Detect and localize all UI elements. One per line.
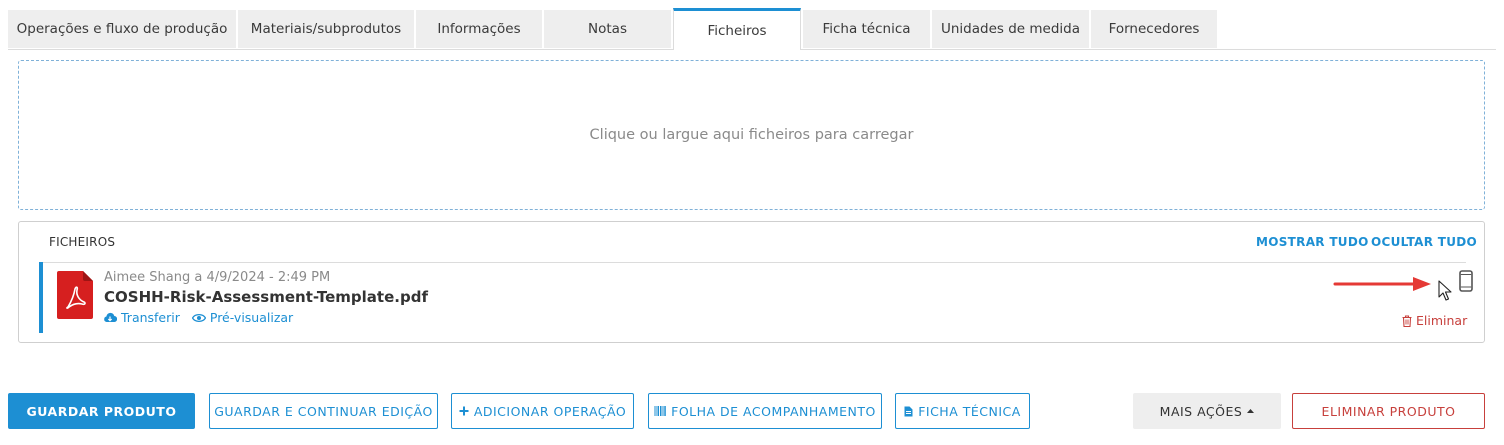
eye-icon xyxy=(191,313,206,322)
tab-notes[interactable]: Notas xyxy=(544,10,671,48)
tracking-sheet-label: FOLHA DE ACOMPANHAMENTO xyxy=(671,403,876,419)
tab-operations[interactable]: Operações e fluxo de produção xyxy=(8,10,236,48)
tab-units[interactable]: Unidades de medida xyxy=(932,10,1089,48)
caret-up-icon xyxy=(1247,409,1255,413)
tracking-sheet-button[interactable]: FOLHA DE ACOMPANHAMENTO xyxy=(648,393,882,429)
tab-files[interactable]: Ficheiros xyxy=(673,8,801,50)
tab-bar: Operações e fluxo de produção Materiais/… xyxy=(8,8,1496,50)
files-panel: FICHEIROS MOSTRAR TUDO OCULTAR TUDO Aime… xyxy=(18,221,1485,343)
hide-all-link[interactable]: OCULTAR TUDO xyxy=(1371,235,1477,249)
annotation-arrow-icon xyxy=(1333,277,1431,291)
show-all-link[interactable]: MOSTRAR TUDO xyxy=(1256,235,1369,249)
tech-sheet-label: FICHA TÉCNICA xyxy=(918,403,1021,419)
tab-suppliers[interactable]: Fornecedores xyxy=(1091,10,1217,48)
delete-file-link[interactable]: Eliminar xyxy=(1402,313,1467,328)
tech-sheet-button[interactable]: FICHA TÉCNICA xyxy=(895,393,1030,429)
delete-product-button[interactable]: ELIMINAR PRODUTO xyxy=(1292,393,1485,429)
cloud-download-icon xyxy=(104,312,117,322)
delete-label: Eliminar xyxy=(1416,313,1468,328)
document-icon xyxy=(904,406,913,416)
more-actions-button[interactable]: MAIS AÇÕES xyxy=(1133,393,1281,429)
dropzone-text: Clique ou largue aqui ficheiros para car… xyxy=(589,127,914,143)
download-label: Transferir xyxy=(121,310,180,325)
trash-icon xyxy=(1402,314,1412,327)
file-item: Aimee Shang a 4/9/2024 - 2:49 PM COSHH-R… xyxy=(39,262,1473,333)
preview-link[interactable]: Pré-visualizar xyxy=(191,310,294,325)
download-link[interactable]: Transferir xyxy=(103,310,180,325)
barcode-icon xyxy=(654,406,666,416)
save-product-button[interactable]: GUARDAR PRODUTO xyxy=(8,393,195,429)
file-dropzone[interactable]: Clique ou largue aqui ficheiros para car… xyxy=(18,60,1485,210)
plus-icon xyxy=(459,406,469,416)
save-continue-button[interactable]: GUARDAR E CONTINUAR EDIÇÃO xyxy=(209,393,438,429)
preview-label: Pré-visualizar xyxy=(209,310,294,325)
file-meta: Aimee Shang a 4/9/2024 - 2:49 PM xyxy=(104,270,331,285)
files-panel-title: FICHEIROS xyxy=(49,235,116,249)
tab-materials[interactable]: Materiais/subprodutos xyxy=(238,10,414,48)
mobile-phone-icon[interactable] xyxy=(1459,270,1473,292)
delete-product-label: ELIMINAR PRODUTO xyxy=(1321,403,1456,419)
add-operation-button[interactable]: ADICIONAR OPERAÇÃO xyxy=(451,393,634,429)
file-actions: Transferir Pré-visualizar xyxy=(103,310,293,325)
mouse-cursor-icon xyxy=(1438,280,1452,301)
save-product-label: GUARDAR PRODUTO xyxy=(26,403,177,419)
pdf-file-icon xyxy=(57,271,93,319)
save-continue-label: GUARDAR E CONTINUAR EDIÇÃO xyxy=(214,403,433,419)
tab-tech-sheet[interactable]: Ficha técnica xyxy=(803,10,930,48)
file-name[interactable]: COSHH-Risk-Assessment-Template.pdf xyxy=(104,288,428,306)
more-actions-label: MAIS AÇÕES xyxy=(1159,403,1243,419)
add-operation-label: ADICIONAR OPERAÇÃO xyxy=(473,403,627,419)
tab-information[interactable]: Informações xyxy=(416,10,542,48)
